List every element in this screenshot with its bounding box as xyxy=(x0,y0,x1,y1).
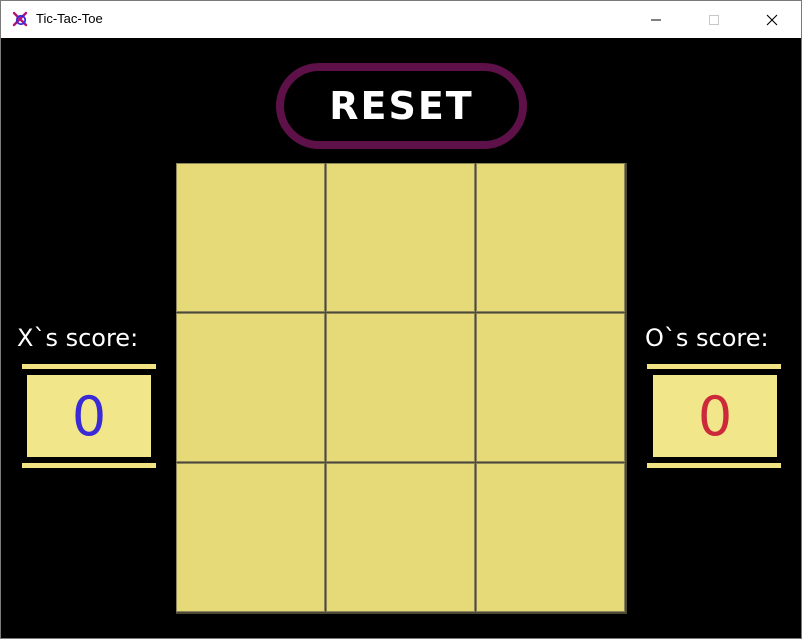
game-area: RESET X`s score: 0 O`s score: 0 xyxy=(1,38,801,638)
close-button[interactable] xyxy=(743,1,801,38)
board-cell-4[interactable] xyxy=(176,313,325,462)
board-cell-2[interactable] xyxy=(326,163,475,312)
o-score-rail-bottom xyxy=(647,463,781,468)
o-score-value: 0 xyxy=(653,375,777,457)
minimize-button[interactable] xyxy=(627,1,685,38)
reset-label: RESET xyxy=(329,84,474,128)
o-score-rail-top xyxy=(647,364,781,369)
board-cell-6[interactable] xyxy=(476,313,625,462)
close-icon xyxy=(766,14,778,25)
board-cell-7[interactable] xyxy=(176,463,325,612)
x-score-rail-top xyxy=(22,364,156,369)
board-cell-5[interactable] xyxy=(326,313,475,462)
x-score-rail-bottom xyxy=(22,463,156,468)
title-bar[interactable]: Tic-Tac-Toe xyxy=(1,1,801,38)
maximize-button[interactable] xyxy=(685,1,743,38)
app-window: Tic-Tac-Toe RESET X`s score: 0 O`s score… xyxy=(0,0,802,639)
board-cell-8[interactable] xyxy=(326,463,475,612)
reset-button[interactable]: RESET xyxy=(276,63,527,149)
board-cell-9[interactable] xyxy=(476,463,625,612)
board-cell-3[interactable] xyxy=(476,163,625,312)
board-cell-1[interactable] xyxy=(176,163,325,312)
minimize-icon xyxy=(651,19,661,20)
x-score-value: 0 xyxy=(27,375,151,457)
window-title: Tic-Tac-Toe xyxy=(36,11,103,26)
game-board xyxy=(176,163,627,614)
maximize-icon xyxy=(709,14,719,25)
o-score-title: O`s score: xyxy=(645,324,769,352)
app-icon xyxy=(12,11,28,27)
x-score-title: X`s score: xyxy=(17,324,139,352)
